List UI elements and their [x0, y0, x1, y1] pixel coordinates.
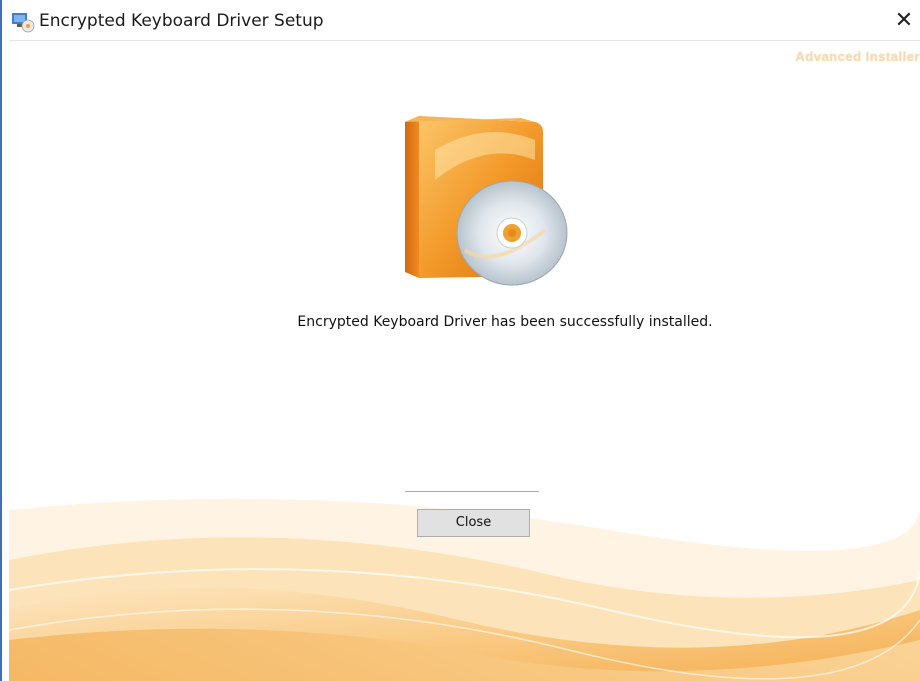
- decorative-wave-background: [8, 470, 920, 681]
- window-border: [0, 0, 9, 681]
- software-box-cd-icon: [395, 110, 575, 290]
- success-message: Encrypted Keyboard Driver has been succe…: [297, 314, 713, 330]
- installer-app-icon: [11, 11, 35, 33]
- close-button[interactable]: Close: [417, 509, 530, 537]
- close-window-icon[interactable]: ✕: [889, 6, 919, 36]
- title-bar: Encrypted Keyboard Driver Setup ✕: [0, 0, 920, 40]
- button-divider: [405, 491, 539, 492]
- title-separator: [9, 40, 920, 41]
- branding-text: Advanced Installer: [795, 49, 920, 64]
- setup-window: Encrypted Keyboard Driver Setup ✕ Advanc…: [0, 0, 920, 681]
- window-title: Encrypted Keyboard Driver Setup: [39, 11, 324, 31]
